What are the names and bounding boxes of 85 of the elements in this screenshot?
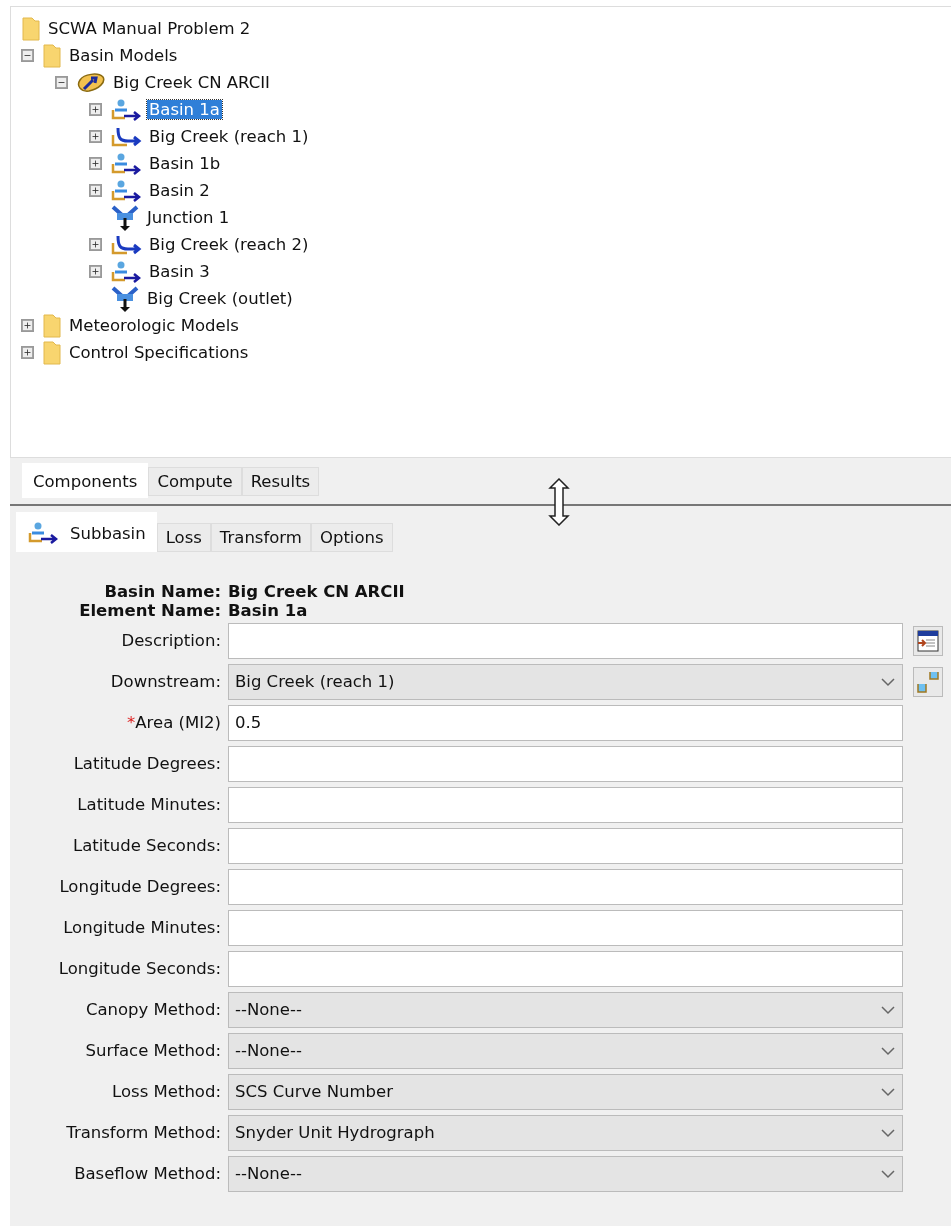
expand-icon[interactable]	[89, 130, 102, 143]
field-label: Longitude Degrees:	[58, 877, 221, 896]
folder-icon	[42, 312, 62, 339]
wrench-basin-icon	[76, 71, 106, 94]
field-label: Basin Name:	[103, 582, 221, 601]
expand-icon[interactable]	[89, 184, 102, 197]
field-label: Latitude Minutes:	[76, 795, 221, 814]
tree-item[interactable]: Big Creek (outlet)	[145, 289, 295, 308]
subbasin-icon	[27, 521, 59, 545]
notes-button[interactable]	[913, 625, 943, 656]
expand-icon[interactable]	[89, 265, 102, 278]
tab[interactable]: Results	[241, 467, 320, 496]
junction-icon	[110, 284, 140, 313]
chevron-icon	[880, 1127, 896, 1138]
tree-item[interactable]: Junction 1	[145, 208, 232, 227]
tree-item[interactable]: SCWA Manual Problem 2	[46, 19, 253, 38]
field-label: Downstream:	[109, 672, 221, 691]
dropdown[interactable]: --None--	[228, 1032, 903, 1069]
tree-item[interactable]: Basin Models	[67, 46, 180, 65]
folder-icon	[21, 15, 41, 42]
field-value: Big Creek CN ARCII	[228, 582, 406, 601]
field-label: Latitude Degrees:	[72, 754, 221, 773]
text-field[interactable]	[228, 950, 903, 987]
notes-icon	[916, 628, 940, 653]
tree-item[interactable]: Big Creek (reach 2)	[147, 235, 311, 254]
tree-item[interactable]: Basin 1b	[147, 154, 223, 173]
field-label: Canopy Method:	[84, 1000, 221, 1019]
basins-button[interactable]	[913, 666, 943, 697]
text-field[interactable]	[228, 745, 903, 782]
dropdown[interactable]: --None--	[228, 1155, 903, 1192]
field-label: *Area (MI2)	[126, 713, 221, 732]
tree-item[interactable]: Big Creek CN ARCII	[111, 73, 272, 92]
field-value: Basin 1a	[228, 601, 309, 620]
field-label: Longitude Minutes:	[62, 918, 221, 937]
field-label: Surface Method:	[84, 1041, 221, 1060]
tree-item[interactable]: Basin 2	[147, 181, 212, 200]
tab[interactable]: Subbasin	[16, 512, 157, 552]
chevron-icon	[880, 676, 896, 687]
text-field[interactable]	[228, 786, 903, 823]
junction-icon	[110, 203, 140, 232]
expand-icon[interactable]	[21, 319, 34, 332]
subbasin-icon	[110, 259, 142, 284]
expand-icon[interactable]	[21, 346, 34, 359]
tab[interactable]: Transform	[210, 523, 311, 552]
text-field[interactable]	[228, 622, 903, 659]
resize-cursor-icon	[546, 478, 572, 526]
chevron-icon	[880, 1004, 896, 1015]
folder-icon	[42, 42, 62, 69]
field-label: Latitude Seconds:	[71, 836, 221, 855]
tree-item[interactable]: Basin 3	[147, 262, 212, 281]
subbasin-icon	[110, 97, 142, 122]
collapse-icon[interactable]	[55, 76, 68, 89]
field-label: Baseflow Method:	[73, 1164, 221, 1183]
tree-item[interactable]: Big Creek (reach 1)	[147, 127, 311, 146]
text-field[interactable]	[228, 909, 903, 946]
expand-icon[interactable]	[89, 103, 102, 116]
folder-icon	[42, 339, 62, 366]
dropdown[interactable]: --None--	[228, 991, 903, 1028]
subbasin-icon	[110, 151, 142, 176]
subbasin-icon	[110, 178, 142, 203]
text-field[interactable]: 0.5	[228, 704, 903, 741]
chevron-icon	[880, 1168, 896, 1179]
tree-item[interactable]: Control Specifications	[67, 343, 251, 362]
chevron-icon	[880, 1086, 896, 1097]
tree-item[interactable]: Basin 1a	[147, 100, 222, 119]
collapse-icon[interactable]	[21, 49, 34, 62]
tab[interactable]: Options	[310, 523, 393, 552]
tree-item[interactable]: Meteorologic Models	[67, 316, 241, 335]
dropdown[interactable]: SCS Curve Number	[228, 1073, 903, 1110]
tab[interactable]: Components	[22, 463, 149, 498]
expand-icon[interactable]	[89, 238, 102, 251]
field-label: Description:	[120, 631, 221, 650]
basins-icon	[916, 669, 940, 694]
dropdown[interactable]: Big Creek (reach 1)	[228, 663, 903, 700]
field-label: Loss Method:	[111, 1082, 221, 1101]
tab[interactable]: Compute	[148, 467, 242, 496]
tab[interactable]: Loss	[156, 523, 211, 552]
field-label: Transform Method:	[65, 1123, 221, 1142]
dropdown[interactable]: Snyder Unit Hydrograph	[228, 1114, 903, 1151]
chevron-icon	[880, 1045, 896, 1056]
expand-icon[interactable]	[89, 157, 102, 170]
text-field[interactable]	[228, 868, 903, 905]
field-label: Element Name:	[78, 601, 221, 620]
field-label: Longitude Seconds:	[57, 959, 221, 978]
text-field[interactable]	[228, 827, 903, 864]
